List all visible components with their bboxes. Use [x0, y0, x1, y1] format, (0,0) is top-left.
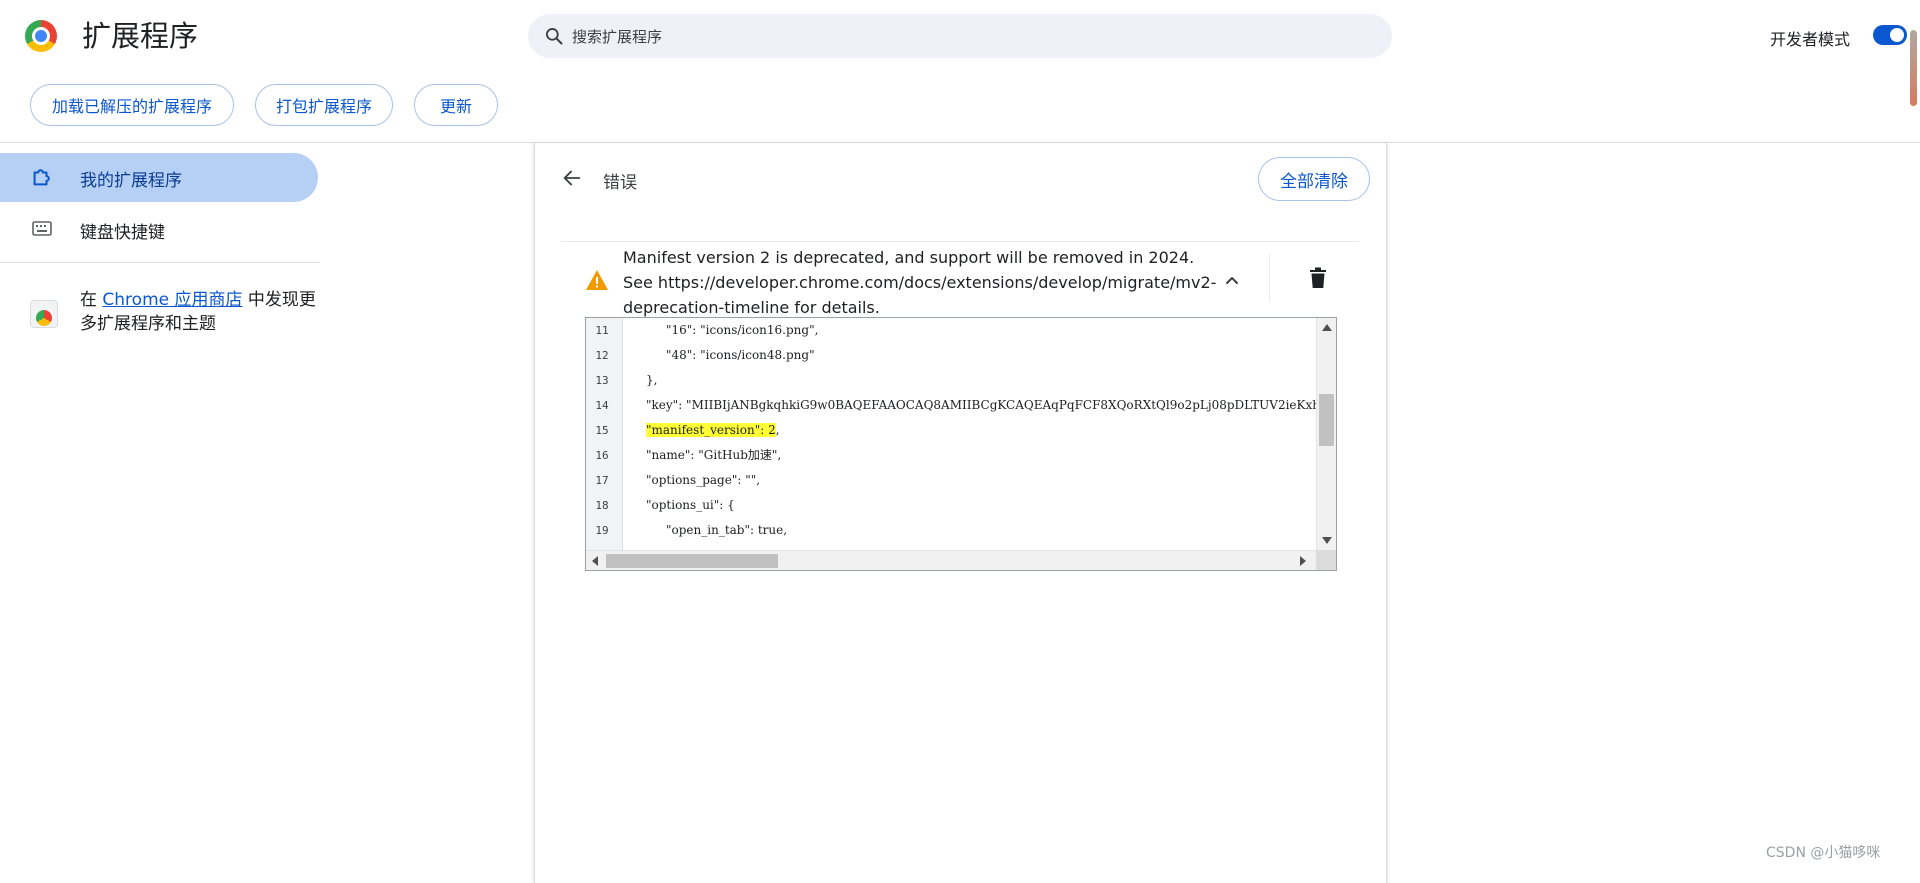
- web-store-icon: [30, 300, 58, 328]
- scroll-left-arrow-icon[interactable]: [592, 556, 598, 566]
- code-line: "16": "icons/icon16.png",: [666, 323, 819, 337]
- line-number: 16: [595, 449, 609, 462]
- code-line: "48": "icons/icon48.png": [666, 348, 815, 362]
- line-number: 12: [595, 349, 609, 362]
- error-highlight: "manifest_version": 2: [646, 423, 776, 437]
- code-vertical-scrollbar[interactable]: [1316, 318, 1336, 550]
- store-prefix-text: 在: [80, 290, 103, 310]
- line-number: 14: [595, 399, 609, 412]
- error-message: Manifest version 2 is deprecated, and su…: [623, 248, 1217, 317]
- search-bar[interactable]: [528, 14, 1392, 60]
- scrollbar-corner: [1316, 550, 1336, 570]
- line-number: 11: [595, 324, 609, 337]
- error-actions-separator: [1269, 254, 1270, 302]
- developer-mode-label: 开发者模式: [1770, 30, 1851, 49]
- code-viewer[interactable]: 11 12 13 14 15 16 17 18 19 "16": "icons/…: [585, 317, 1337, 571]
- page-title: 扩展程序: [82, 19, 199, 53]
- sidebar-item-label: 键盘快捷键: [80, 223, 165, 243]
- errors-title: 错误: [603, 173, 637, 193]
- line-number: 15: [595, 424, 609, 437]
- line-number: 17: [595, 474, 609, 487]
- horizontal-scroll-thumb[interactable]: [606, 554, 778, 568]
- scroll-down-arrow-icon[interactable]: [1322, 537, 1332, 544]
- warning-icon: [586, 270, 608, 290]
- errors-panel: 错误 全部清除 Manifest version 2 is deprecated…: [534, 143, 1387, 883]
- scroll-up-arrow-icon[interactable]: [1322, 324, 1332, 331]
- watermark: CSDN @小猫哆咪: [1766, 845, 1881, 861]
- chrome-logo-icon: [25, 20, 57, 52]
- code-horizontal-scrollbar[interactable]: [586, 550, 1316, 570]
- update-button[interactable]: 更新: [414, 84, 498, 126]
- sidebar-item-keyboard-shortcuts[interactable]: 键盘快捷键: [0, 205, 318, 254]
- trash-icon[interactable]: [1308, 267, 1328, 289]
- line-number: 19: [595, 524, 609, 537]
- sidebar-divider: [0, 262, 320, 263]
- search-input[interactable]: [570, 14, 1374, 60]
- developer-mode-toggle[interactable]: [1873, 25, 1907, 45]
- code-line: "options_page": "",: [646, 473, 761, 487]
- line-number-gutter: 11 12 13 14 15 16 17 18 19: [586, 318, 623, 550]
- clear-all-button[interactable]: 全部清除: [1258, 157, 1370, 201]
- back-arrow-icon[interactable]: [561, 167, 583, 189]
- load-unpacked-button[interactable]: 加载已解压的扩展程序: [30, 84, 234, 126]
- puzzle-icon: [33, 169, 50, 186]
- sidebar-item-my-extensions[interactable]: 我的扩展程序: [0, 153, 318, 202]
- web-store-promo: 在 Chrome 应用商店 中发现更多扩展程序和主题: [80, 288, 320, 336]
- code-line-tail: ,: [775, 423, 780, 437]
- line-number: 18: [595, 499, 609, 512]
- code-line: "options_ui": {: [646, 498, 735, 512]
- code-line: "key": "MIIBIjANBgkqhkiG9w0BAQEFAAOCAQ8A…: [646, 398, 1337, 412]
- scroll-right-arrow-icon[interactable]: [1300, 556, 1306, 566]
- vertical-scroll-thumb[interactable]: [1319, 394, 1334, 446]
- code-line-highlighted: "manifest_version": 2,: [646, 418, 780, 443]
- web-store-link[interactable]: Chrome 应用商店: [102, 290, 242, 310]
- errors-divider: [561, 241, 1359, 242]
- sidebar-item-label: 我的扩展程序: [80, 171, 182, 191]
- pack-extension-button[interactable]: 打包扩展程序: [255, 84, 393, 126]
- code-line: "name": "GitHub加速",: [646, 448, 782, 462]
- code-line: },: [646, 373, 658, 387]
- page-scrollbar[interactable]: [1910, 30, 1917, 106]
- chevron-up-icon[interactable]: [1223, 271, 1241, 289]
- search-icon: [546, 28, 563, 45]
- code-line: "open_in_tab": true,: [666, 523, 788, 537]
- keyboard-icon: [32, 221, 52, 236]
- line-number: 13: [595, 374, 609, 387]
